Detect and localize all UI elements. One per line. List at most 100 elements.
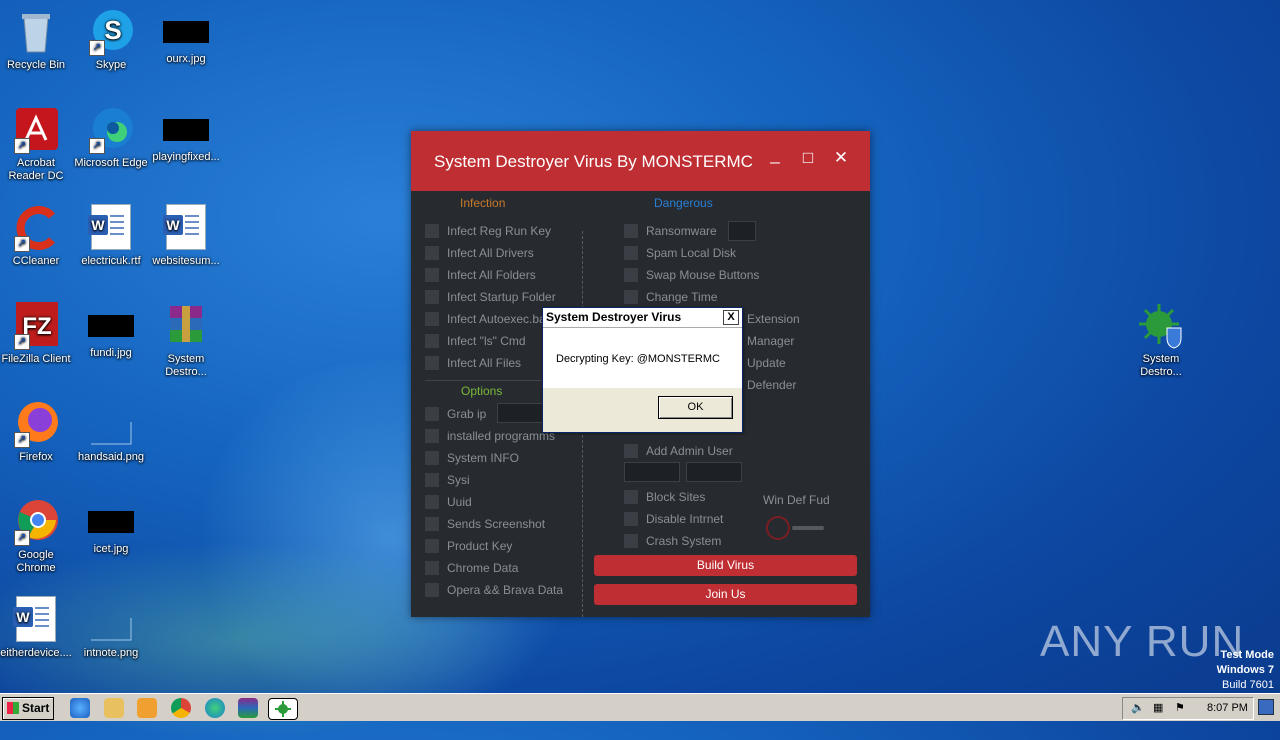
desktop-icon-firefox[interactable]: ↗ Firefox <box>0 400 74 464</box>
checkbox-add-admin-user[interactable]: Add Admin User <box>624 442 733 458</box>
checkbox-defender[interactable]: Defender <box>747 376 796 392</box>
checkbox-update[interactable]: Update <box>747 354 786 370</box>
acrobat-icon: ↗ <box>12 106 60 154</box>
file-explorer-icon[interactable] <box>104 698 124 718</box>
ip-field[interactable] <box>497 403 543 423</box>
volume-icon[interactable]: 🔈 <box>1131 698 1145 719</box>
desktop-icon-label: Skype <box>95 59 127 71</box>
edge-taskbar-icon[interactable] <box>205 698 225 718</box>
admin-username-field[interactable] <box>624 462 680 482</box>
internet-explorer-icon[interactable] <box>70 698 90 718</box>
shortcut-arrow-icon: ↗ <box>14 138 30 154</box>
desktop-icon-system-destroyer-exe[interactable]: System Destro... <box>1123 302 1199 379</box>
checkbox-infect-all-folders[interactable]: Infect All Folders <box>425 266 536 282</box>
admin-password-field[interactable] <box>686 462 742 482</box>
word-document-icon: W <box>87 204 135 252</box>
show-desktop-icon[interactable] <box>1258 699 1274 715</box>
image-thumbnail <box>163 119 209 141</box>
desktop-icon-fundi[interactable]: fundi.jpg <box>73 302 149 360</box>
checkbox-ransomware[interactable]: Ransomware <box>624 222 717 238</box>
desktop-icon-handsaid[interactable]: handsaid.png <box>73 400 149 464</box>
checkbox-chrome-data[interactable]: Chrome Data <box>425 559 518 575</box>
ok-button[interactable]: OK <box>658 396 733 419</box>
checkbox-sysi[interactable]: Sysi <box>425 471 470 487</box>
desktop-icon-label: CCleaner <box>12 255 60 267</box>
checkbox-manager[interactable]: Manager <box>747 332 794 348</box>
minimize-button[interactable]: _ <box>764 145 786 165</box>
desktop-icon-acrobat[interactable]: ↗ Acrobat Reader DC <box>0 106 74 183</box>
checkbox-disable-internet[interactable]: Disable Intrnet <box>624 510 723 526</box>
dialog-close-button[interactable]: X <box>723 310 739 325</box>
shortcut-arrow-icon: ↗ <box>14 530 30 546</box>
checkbox-grab-ip[interactable]: Grab ip <box>425 405 486 421</box>
checkbox-change-time[interactable]: Change Time <box>624 288 717 304</box>
media-player-icon[interactable] <box>137 698 157 718</box>
winrar-archive-icon <box>162 302 210 350</box>
dangerous-header: Dangerous <box>654 196 713 210</box>
desktop-icon-system-destroyer-archive[interactable]: System Destro... <box>148 302 224 379</box>
flag-icon[interactable]: ⚑ <box>1175 698 1185 719</box>
desktop-icon-label: fundi.jpg <box>90 347 132 359</box>
desktop-icon-label: handsaid.png <box>77 451 145 463</box>
checkbox-uuid[interactable]: Uuid <box>425 493 472 509</box>
checkbox-system-info[interactable]: System INFO <box>425 449 519 465</box>
desktop-icon-label: Google Chrome <box>16 549 56 574</box>
window-titlebar[interactable]: System Destroyer Virus By MONSTERMC _ □ … <box>411 131 870 191</box>
clock[interactable]: 8:07 PM <box>1207 698 1248 719</box>
taskbar: Start 🔈 ▦ ⚑ 8:07 PM <box>0 693 1280 721</box>
desktop-icon-label: Microsoft Edge <box>74 157 148 169</box>
start-button[interactable]: Start <box>2 697 54 720</box>
desktop-icon-electricuk[interactable]: W electricuk.rtf <box>73 204 149 268</box>
checkbox-installed-programs[interactable]: installed programms <box>425 427 555 443</box>
checkbox-infect-autoexec[interactable]: Infect Autoexec.bat <box>425 310 549 326</box>
word-document-icon: W <box>12 596 60 644</box>
test-mode-line3: Build 7601 <box>1222 679 1274 691</box>
checkbox-extension[interactable]: Extension <box>747 310 800 326</box>
desktop-icon-filezilla[interactable]: FZ ↗ FileZilla Client <box>0 302 74 366</box>
checkbox-infect-startup-folder[interactable]: Infect Startup Folder <box>425 288 556 304</box>
join-us-button[interactable]: Join Us <box>594 584 857 605</box>
dialog-titlebar[interactable]: System Destroyer Virus X <box>543 308 742 328</box>
anyrun-watermark: ANY RUN <box>1040 617 1245 666</box>
desktop-icon-label: Firefox <box>19 451 53 463</box>
desktop-icon-eitherdevice[interactable]: W eitherdevice.... <box>0 596 74 660</box>
desktop-icon-chrome[interactable]: ↗ Google Chrome <box>0 498 74 575</box>
chrome-taskbar-icon[interactable] <box>171 698 191 718</box>
checkbox-infect-all-drivers[interactable]: Infect All Drivers <box>425 244 534 260</box>
maximize-button[interactable]: □ <box>797 148 819 168</box>
checkbox-product-key[interactable]: Product Key <box>425 537 512 553</box>
desktop-icon-ourx[interactable]: ourx.jpg <box>148 8 224 66</box>
checkbox-spam-local-disk[interactable]: Spam Local Disk <box>624 244 736 260</box>
build-virus-button[interactable]: Build Virus <box>594 555 857 576</box>
checkbox-infect-reg-run-key[interactable]: Infect Reg Run Key <box>425 222 551 238</box>
checkbox-sends-screenshot[interactable]: Sends Screenshot <box>425 515 545 531</box>
message-box-dialog: System Destroyer Virus X Decrypting Key:… <box>542 307 743 433</box>
desktop-icon-websitesum[interactable]: W websitesum... <box>148 204 224 268</box>
close-button[interactable]: ✕ <box>830 148 852 168</box>
desktop-icon-ccleaner[interactable]: ↗ CCleaner <box>0 204 74 268</box>
win-def-toggle[interactable] <box>766 516 790 540</box>
test-mode-line1: Test Mode <box>1220 649 1274 661</box>
desktop-icon-edge[interactable]: ↗ Microsoft Edge <box>73 106 149 170</box>
winrar-taskbar-icon[interactable] <box>238 698 258 718</box>
desktop-icon-playingfixed[interactable]: playingfixed... <box>148 106 224 164</box>
desktop-icon-label: websitesum... <box>152 255 220 267</box>
image-file-icon <box>87 596 135 644</box>
network-icon[interactable]: ▦ <box>1153 698 1163 719</box>
checkbox-infect-all-files[interactable]: Infect All Files <box>425 354 521 370</box>
image-thumbnail <box>88 315 134 337</box>
desktop-icon-recycle-bin[interactable]: Recycle Bin <box>0 8 74 72</box>
desktop-icon-skype[interactable]: S ↗ Skype <box>73 8 149 72</box>
checkbox-infect-ls-cmd[interactable]: Infect "ls" Cmd <box>425 332 526 348</box>
checkbox-block-sites[interactable]: Block Sites <box>624 488 705 504</box>
checkbox-crash-system[interactable]: Crash System <box>624 532 721 548</box>
checkbox-opera-brava-data[interactable]: Opera && Brava Data <box>425 581 563 597</box>
ransomware-field[interactable] <box>728 221 756 241</box>
desktop-icon-label: eitherdevice.... <box>0 647 72 659</box>
desktop-icon-icet[interactable]: icet.jpg <box>73 498 149 556</box>
desktop-icon-intnote[interactable]: intnote.png <box>73 596 149 660</box>
virus-app-icon <box>1137 302 1185 350</box>
window-title: System Destroyer Virus By MONSTERMC <box>434 152 753 171</box>
system-destroyer-taskbar-button[interactable] <box>268 698 298 720</box>
checkbox-swap-mouse-buttons[interactable]: Swap Mouse Buttons <box>624 266 759 282</box>
